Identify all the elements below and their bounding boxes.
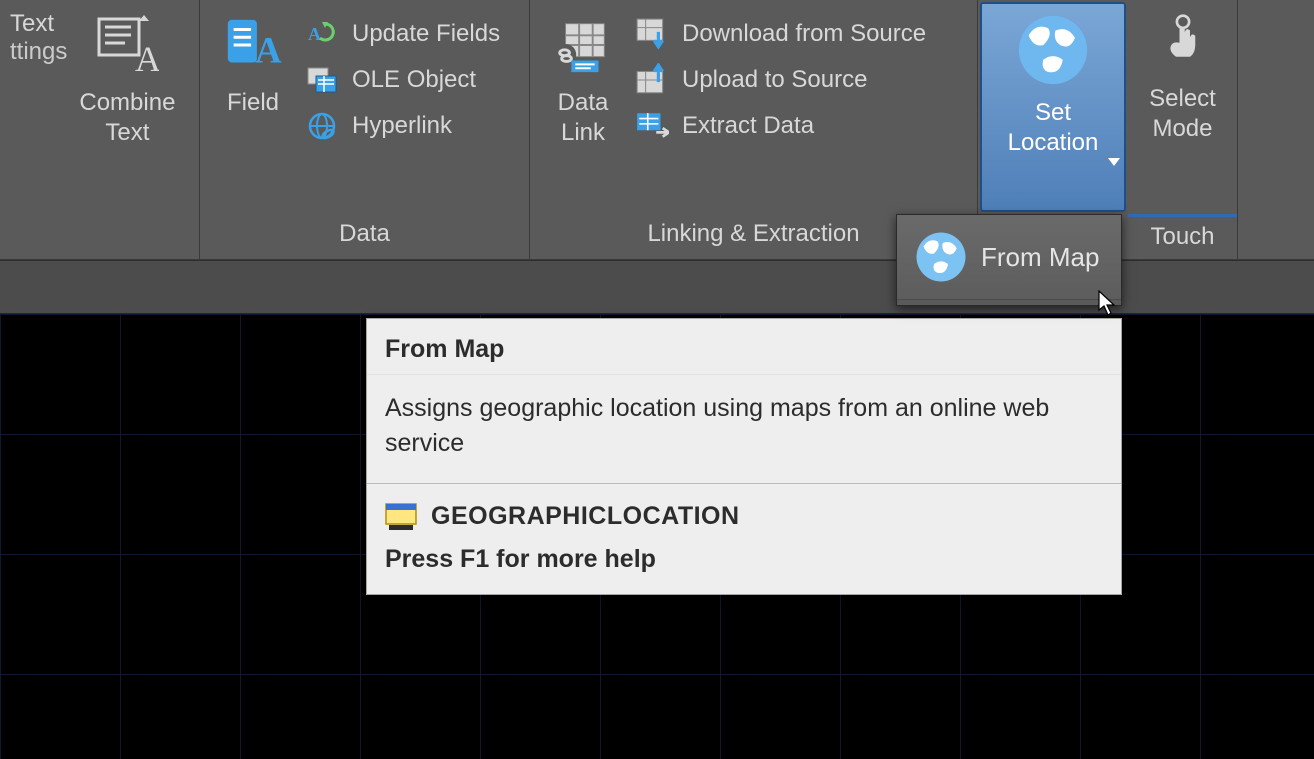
update-fields-icon: A bbox=[304, 16, 340, 52]
text-settings-fragment: Text ttings bbox=[8, 4, 69, 72]
tooltip-help: Press F1 for more help bbox=[367, 537, 1121, 594]
data-link-label: Data Link bbox=[558, 88, 609, 148]
panel-text-settings: Text ttings A Combine Text bbox=[0, 0, 200, 259]
field-button[interactable]: A Field bbox=[208, 4, 298, 204]
field-icon: A bbox=[218, 10, 288, 80]
combine-text-button[interactable]: A Combine Text bbox=[69, 4, 185, 204]
ole-object-button[interactable]: OLE Object bbox=[298, 60, 506, 100]
set-location-label: Set Location bbox=[1008, 98, 1099, 158]
ole-object-label: OLE Object bbox=[352, 66, 476, 94]
dropdown-arrow-icon bbox=[1108, 158, 1120, 166]
from-map-label: From Map bbox=[981, 242, 1099, 273]
extract-data-icon bbox=[634, 108, 670, 144]
set-location-dropdown: From Map bbox=[896, 214, 1122, 306]
globe-icon bbox=[1013, 10, 1093, 90]
upload-icon bbox=[634, 62, 670, 98]
text-label-line1: Text bbox=[10, 10, 54, 38]
hyperlink-icon bbox=[304, 108, 340, 144]
tooltip-title: From Map bbox=[367, 319, 1121, 375]
upload-label: Upload to Source bbox=[682, 66, 867, 94]
data-link-button[interactable]: Data Link bbox=[538, 4, 628, 204]
download-from-source-button[interactable]: Download from Source bbox=[628, 14, 932, 54]
hyperlink-label: Hyperlink bbox=[352, 112, 452, 140]
svg-text:A: A bbox=[135, 39, 159, 77]
ole-object-icon bbox=[304, 62, 340, 98]
panel-data: A Field A Update Fields bbox=[200, 0, 530, 259]
touch-hand-icon bbox=[1148, 6, 1218, 76]
download-icon bbox=[634, 16, 670, 52]
select-mode-label: Select Mode bbox=[1149, 84, 1216, 144]
extract-data-button[interactable]: Extract Data bbox=[628, 106, 932, 146]
select-mode-button[interactable]: Select Mode bbox=[1138, 4, 1228, 204]
globe-small-icon bbox=[913, 229, 969, 285]
download-label: Download from Source bbox=[682, 20, 926, 48]
combine-text-icon: A bbox=[92, 10, 162, 80]
upload-to-source-button[interactable]: Upload to Source bbox=[628, 60, 932, 100]
panel-title-blank bbox=[0, 214, 199, 259]
hyperlink-button[interactable]: Hyperlink bbox=[298, 106, 506, 146]
panel-title-touch: Touch bbox=[1128, 214, 1237, 259]
set-location-button[interactable]: Set Location bbox=[980, 2, 1126, 212]
data-link-icon bbox=[548, 10, 618, 80]
panel-touch: Select Mode Touch bbox=[1128, 0, 1238, 259]
field-label: Field bbox=[227, 88, 279, 118]
svg-text:A: A bbox=[255, 29, 282, 70]
update-fields-label: Update Fields bbox=[352, 20, 500, 48]
combine-text-label: Combine Text bbox=[79, 88, 175, 148]
svg-text:A: A bbox=[308, 24, 321, 44]
command-icon bbox=[385, 503, 417, 531]
mouse-cursor-icon bbox=[1098, 290, 1116, 316]
tooltip-from-map: From Map Assigns geographic location usi… bbox=[366, 318, 1122, 595]
from-map-menuitem[interactable]: From Map bbox=[897, 215, 1121, 299]
update-fields-button[interactable]: A Update Fields bbox=[298, 14, 506, 54]
tooltip-command: GEOGRAPHICLOCATION bbox=[431, 502, 740, 531]
text-label-line2: ttings bbox=[10, 38, 67, 66]
panel-title-data: Data bbox=[200, 214, 529, 259]
tooltip-body: Assigns geographic location using maps f… bbox=[367, 375, 1121, 484]
extract-data-label: Extract Data bbox=[682, 112, 814, 140]
